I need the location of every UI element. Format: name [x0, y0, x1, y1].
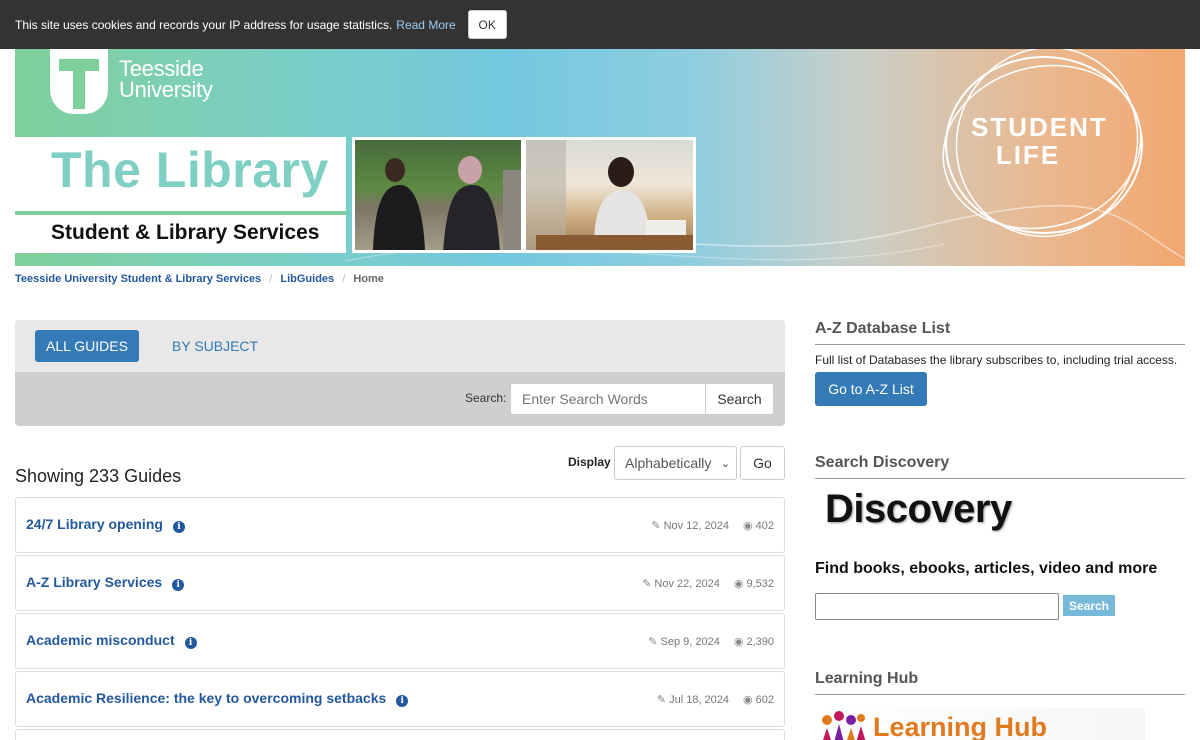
library-subtitle: Student & Library Services [51, 221, 320, 244]
guide-view-count: 9,532 [746, 578, 774, 590]
breadcrumb-separator: / [269, 273, 273, 285]
guide-link[interactable]: A-Z Library Services [26, 574, 162, 590]
guide-updated-date: Nov 12, 2024 [663, 520, 730, 532]
discovery-tagline: Find books, ebooks, articles, video and … [815, 560, 1158, 577]
learning-hub-logo-text: Learning Hub [873, 712, 1047, 740]
tab-all-guides[interactable]: ALL GUIDES [35, 330, 139, 362]
guide-list: 24/7 Library opening i ✎ Nov 12, 2024 ◉ 402 … [15, 497, 785, 740]
search-discovery-heading: Search Discovery [815, 454, 1185, 479]
guide-list-item: 24/7 Library opening i ✎ Nov 12, 2024 ◉ 402 [15, 497, 785, 553]
university-name: Teesside University [119, 56, 213, 102]
cookie-read-more-link[interactable]: Read More [396, 18, 455, 32]
learning-hub-heading: Learning Hub [815, 670, 1185, 695]
guide-link[interactable]: 24/7 Library opening [26, 516, 163, 532]
cookie-banner: This site uses cookies and records your … [0, 0, 1200, 49]
guide-updated-date: Sep 9, 2024 [660, 636, 720, 648]
info-circle-icon[interactable]: i [172, 521, 185, 533]
guide-updated-date: Jul 18, 2024 [669, 694, 730, 706]
library-title: The Library [51, 142, 329, 198]
guide-list-item: Academic Resilience: the key to overcomi… [15, 671, 785, 727]
library-title-box: The Library [15, 137, 346, 211]
guide-list-item: A-Z Library Services i ✎ Nov 22, 2024 ◉ 9,53… [15, 555, 785, 611]
guide-list-item: Academic misconduct i ✎ Sep 9, 2024 ◉ 2,390 [15, 613, 785, 669]
display-go-button[interactable]: Go [740, 446, 785, 480]
discovery-logo: Discovery [825, 487, 1012, 531]
guide-updated-date: Nov 22, 2024 [654, 578, 720, 590]
guide-view-count: 2,390 [746, 636, 774, 648]
guides-search-panel: ALL GUIDES BY SUBJECT Search: Search [15, 320, 785, 426]
eye-icon: ◉ [733, 578, 744, 590]
guide-search-button[interactable]: Search [705, 383, 774, 415]
learning-hub-logo[interactable]: Learning Hub [815, 708, 1145, 740]
tab-by-subject[interactable]: BY SUBJECT [172, 338, 258, 354]
edit-icon: ✎ [642, 578, 652, 590]
az-database-heading: A-Z Database List [815, 320, 1185, 345]
search-label: Search: [465, 391, 507, 405]
display-order-value: Alphabetically [625, 455, 712, 471]
edit-icon: ✎ [651, 520, 661, 532]
edit-icon: ✎ [656, 694, 667, 706]
chevron-down-icon: ⌄ [720, 458, 730, 470]
eye-icon: ◉ [743, 694, 753, 706]
discovery-search-input[interactable] [815, 593, 1059, 620]
badge-line2: LIFE [995, 140, 1061, 170]
guide-view-count: 402 [755, 520, 774, 532]
edit-icon: ✎ [648, 636, 658, 648]
breadcrumb-current: Home [353, 273, 384, 285]
students-photo-figures [373, 156, 521, 250]
badge-line1: STUDENT [971, 112, 1108, 142]
breadcrumb: Teesside University Student & Library Se… [15, 273, 384, 285]
breadcrumb-libguides-link[interactable]: LibGuides [280, 273, 334, 285]
guide-view-count: 602 [755, 694, 774, 706]
breadcrumb-separator: / [342, 273, 346, 285]
cookie-ok-button[interactable]: OK [467, 10, 507, 39]
students-reading-photo [352, 137, 524, 253]
guide-list-item [15, 729, 785, 740]
guides-count: Showing 233 Guides [15, 466, 182, 486]
display-label: Display [568, 455, 611, 469]
library-banner: Teesside University The Library Student … [15, 49, 1185, 266]
display-order-select[interactable]: Alphabetically ⌄ [614, 446, 737, 480]
guide-link[interactable]: Academic Resilience: the key to overcomi… [26, 690, 386, 706]
student-studying-photo [523, 137, 696, 253]
teesside-logo-icon [50, 49, 108, 114]
breadcrumb-home-link[interactable]: Teesside University Student & Library Se… [15, 273, 261, 285]
guide-search-input[interactable] [510, 383, 706, 415]
info-circle-icon[interactable]: i [172, 579, 185, 591]
guide-link[interactable]: Academic misconduct [26, 632, 175, 648]
az-database-description: Full list of Databases the library subsc… [815, 353, 1178, 367]
info-circle-icon[interactable]: i [184, 637, 197, 649]
university-name-line1: Teesside [119, 56, 204, 81]
studying-photo-figure [526, 140, 693, 250]
subtitle-box: Student & Library Services [15, 215, 346, 253]
discovery-search-button[interactable]: Search [1063, 595, 1115, 616]
guide-search-row: Search: Search [15, 372, 785, 426]
student-life-badge: STUDENT LIFE [971, 112, 1108, 170]
cookie-message: This site uses cookies and records your … [15, 17, 393, 32]
university-name-line2: University [119, 77, 213, 102]
eye-icon: ◉ [743, 520, 753, 532]
go-to-az-list-button[interactable]: Go to A-Z List [815, 372, 927, 406]
learning-hub-people-icon [822, 711, 866, 740]
sidebar: A-Z Database List Full list of Databases… [815, 320, 1185, 740]
info-circle-icon[interactable]: i [396, 695, 409, 707]
eye-icon: ◉ [733, 636, 744, 648]
